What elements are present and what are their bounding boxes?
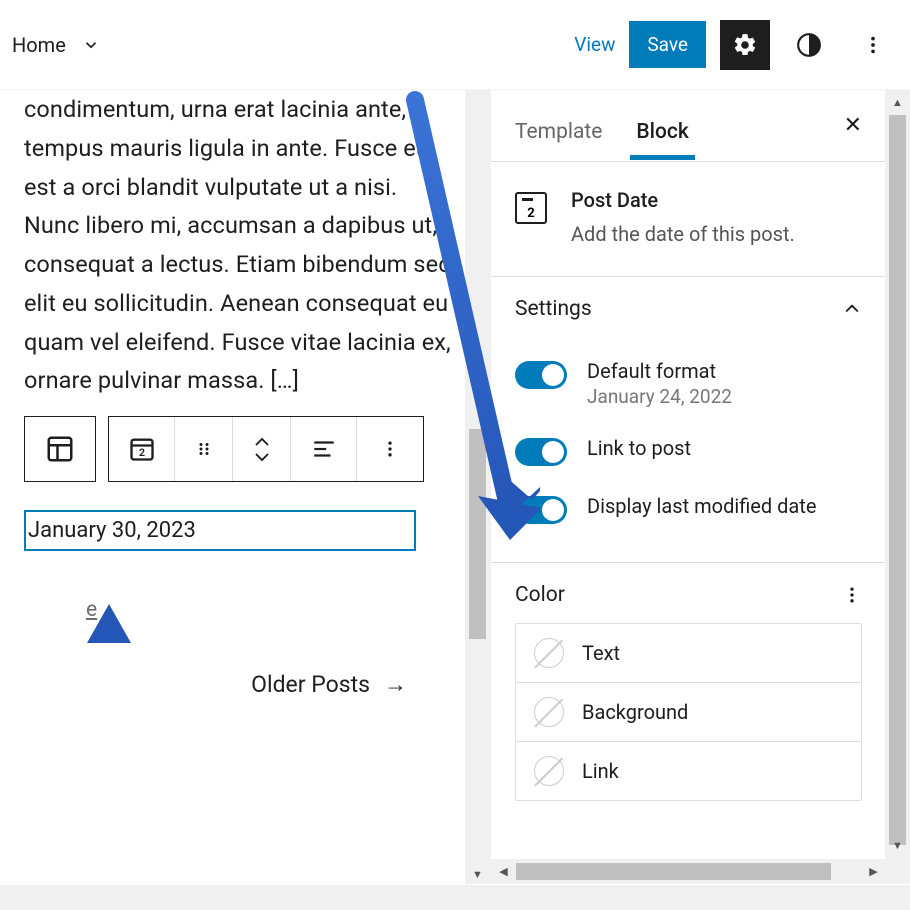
home-menu[interactable]: Home	[12, 33, 100, 57]
color-swatch-empty	[534, 697, 564, 727]
scroll-down-button[interactable]: ▼	[885, 833, 910, 858]
older-posts-label: Older Posts	[251, 671, 370, 698]
gear-icon	[732, 32, 758, 58]
arrow-right-icon: →	[384, 671, 407, 698]
setting-label: Default format	[587, 359, 732, 383]
tab-block[interactable]: Block	[636, 120, 688, 158]
home-label: Home	[12, 33, 66, 57]
mover-buttons[interactable]	[233, 417, 291, 481]
scroll-down-button[interactable]: ▼	[465, 862, 490, 887]
svg-text:2: 2	[138, 446, 144, 459]
editor-canvas[interactable]: condimentum, urna erat lacinia ante, a t…	[0, 90, 490, 884]
align-icon	[311, 436, 337, 462]
move-down-icon	[253, 451, 271, 463]
scroll-right-button[interactable]: ▶	[861, 859, 886, 884]
query-loop-icon	[45, 434, 75, 464]
toggle-last-modified[interactable]	[515, 496, 567, 524]
block-description: Add the date of this post.	[571, 220, 795, 248]
color-option-background[interactable]: Background	[516, 683, 861, 742]
post-excerpt[interactable]: condimentum, urna erat lacinia ante, a t…	[24, 90, 457, 400]
settings-title: Settings	[515, 297, 592, 321]
color-option-label: Link	[582, 759, 619, 783]
tab-template[interactable]: Template	[515, 120, 602, 158]
color-swatch-empty	[534, 638, 564, 668]
chevron-down-icon	[82, 36, 100, 54]
settings-panel-toggle[interactable]: Settings	[491, 277, 886, 341]
sidebar-horizontal-scrollbar[interactable]: ◀ ▶	[491, 859, 886, 884]
vertical-dots-icon	[842, 585, 862, 605]
setting-link-to-post: Link to post	[515, 422, 862, 480]
color-options-list: Text Background Link	[515, 623, 862, 801]
scroll-left-button[interactable]: ◀	[491, 859, 516, 884]
scrollbar-thumb[interactable]	[469, 429, 486, 639]
setting-label: Link to post	[587, 436, 691, 460]
block-title: Post Date	[571, 188, 795, 212]
block-type-button[interactable]: 2	[109, 417, 175, 481]
vertical-dots-icon	[380, 439, 400, 459]
hidden-text-fragment: e	[86, 598, 97, 622]
chevron-up-icon	[842, 299, 862, 319]
save-button[interactable]: Save	[629, 21, 706, 68]
parent-block-button[interactable]	[24, 416, 96, 482]
setting-display-last-modified: Display last modified date	[515, 480, 862, 538]
color-option-label: Background	[582, 700, 688, 724]
color-title: Color	[515, 583, 565, 607]
setting-default-format: Default format January 24, 2022	[515, 345, 862, 422]
setting-label: Display last modified date	[587, 494, 816, 518]
scrollbar-thumb[interactable]	[516, 863, 831, 880]
vertical-dots-icon	[862, 34, 884, 56]
color-swatch-empty	[534, 756, 564, 786]
block-options-button[interactable]	[357, 417, 423, 481]
scrollbar-thumb[interactable]	[889, 115, 906, 845]
options-button[interactable]	[848, 20, 898, 70]
sidebar-scrollbar[interactable]: ▲ ▼	[885, 90, 910, 884]
view-link[interactable]: View	[574, 33, 615, 56]
settings-button[interactable]	[720, 20, 770, 70]
post-date-icon: 2	[515, 192, 547, 224]
color-option-label: Text	[582, 641, 620, 665]
align-button[interactable]	[291, 417, 357, 481]
scroll-up-button[interactable]: ▲	[885, 90, 910, 115]
post-date-block[interactable]: January 30, 2023	[24, 510, 416, 551]
block-toolbar: 2	[24, 416, 457, 482]
setting-sublabel: January 24, 2022	[587, 385, 732, 408]
post-date-icon: 2	[128, 435, 156, 463]
contrast-icon	[796, 32, 822, 58]
toggle-link-to-post[interactable]	[515, 438, 567, 466]
styles-button[interactable]	[784, 20, 834, 70]
color-option-link[interactable]: Link	[516, 742, 861, 800]
block-info-panel: 2 Post Date Add the date of this post.	[491, 162, 886, 277]
color-option-text[interactable]: Text	[516, 624, 861, 683]
move-up-icon	[253, 436, 271, 448]
toggle-default-format[interactable]	[515, 361, 567, 389]
color-panel-toggle[interactable]: Color	[491, 563, 886, 623]
older-posts-link[interactable]: Older Posts →	[24, 671, 457, 698]
close-sidebar-button[interactable]: ✕	[844, 113, 862, 138]
editor-scrollbar[interactable]: ▼	[465, 90, 490, 884]
drag-handle[interactable]	[175, 417, 233, 481]
drag-icon	[195, 440, 213, 458]
